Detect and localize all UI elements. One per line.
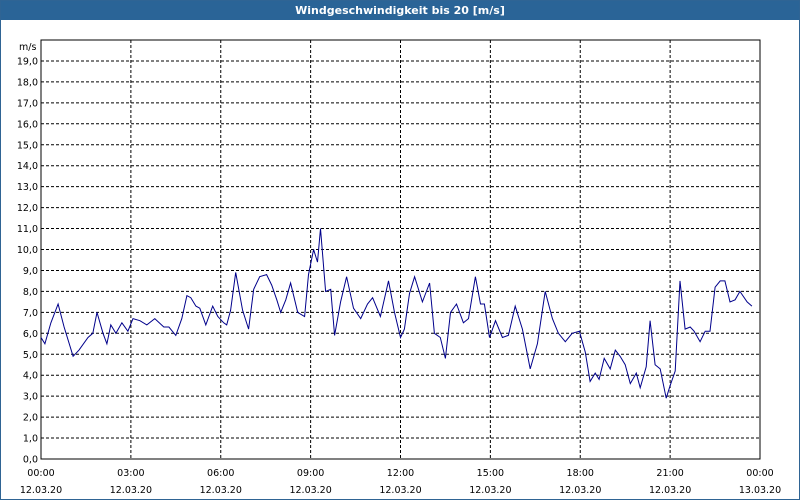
y-tick-label: 12,0 [17,203,38,214]
y-tick-label: 19,0 [17,56,38,67]
chart-window: Windgeschwindigkeit bis 20 [m/s] 0,0 1,0 2… [0,0,800,500]
x-tick-labels: 00:00 12.03.20 03:00 12.03.20 06:00 12.03.20 0… [20,468,781,496]
y-tick-label: 3,0 [23,392,38,403]
y-tick-label: 0,0 [23,455,38,466]
x-tick-date: 12.03.20 [649,485,691,496]
y-tick-label: 15,0 [17,140,38,151]
x-tick-date: 13.03.20 [739,485,781,496]
y-tick-label: 14,0 [17,161,38,172]
window-title: Windgeschwindigkeit bis 20 [m/s] [1,1,799,20]
x-tick-time: 00:00 [27,468,54,479]
y-tick-label: 18,0 [17,77,38,88]
x-tick-date: 12.03.20 [379,485,421,496]
y-tick-label: 13,0 [17,182,38,193]
y-tick-label: 9,0 [23,266,38,277]
y-tick-labels: 0,0 1,0 2,0 3,0 4,0 5,0 6,0 7,0 8,0 9,0 10,0 11,0 12… [17,56,38,465]
y-tick-label: 4,0 [23,371,38,382]
y-tick-label: 7,0 [23,308,38,319]
y-tick-label: 5,0 [23,350,38,361]
y-tick-label: 8,0 [23,287,38,298]
y-axis-unit: m/s [19,42,36,53]
y-tick-label: 17,0 [17,98,38,109]
x-tick-time: 03:00 [117,468,144,479]
x-tick-time: 09:00 [297,468,324,479]
y-tick-label: 1,0 [23,434,38,445]
y-tick-label: 2,0 [23,413,38,424]
wind-speed-chart: 0,0 1,0 2,0 3,0 4,0 5,0 6,0 7,0 8,0 9,0 10,0 11,0 12… [17,39,781,496]
x-tick-date: 12.03.20 [469,485,511,496]
y-tick-label: 11,0 [17,224,38,235]
x-tick-time: 21:00 [656,468,683,479]
x-tick-time: 06:00 [207,468,234,479]
x-tick-date: 12.03.20 [559,485,601,496]
x-tick-time: 15:00 [477,468,504,479]
y-tick-label: 6,0 [23,329,38,340]
y-tick-label: 16,0 [17,119,38,130]
x-tick-date: 12.03.20 [200,485,242,496]
x-tick-time: 12:00 [387,468,414,479]
y-tick-label: 10,0 [17,245,38,256]
x-tick-time: 00:00 [746,468,773,479]
x-tick-date: 12.03.20 [20,485,62,496]
x-tick-date: 12.03.20 [110,485,152,496]
x-tick-date: 12.03.20 [289,485,331,496]
x-tick-time: 18:00 [567,468,594,479]
